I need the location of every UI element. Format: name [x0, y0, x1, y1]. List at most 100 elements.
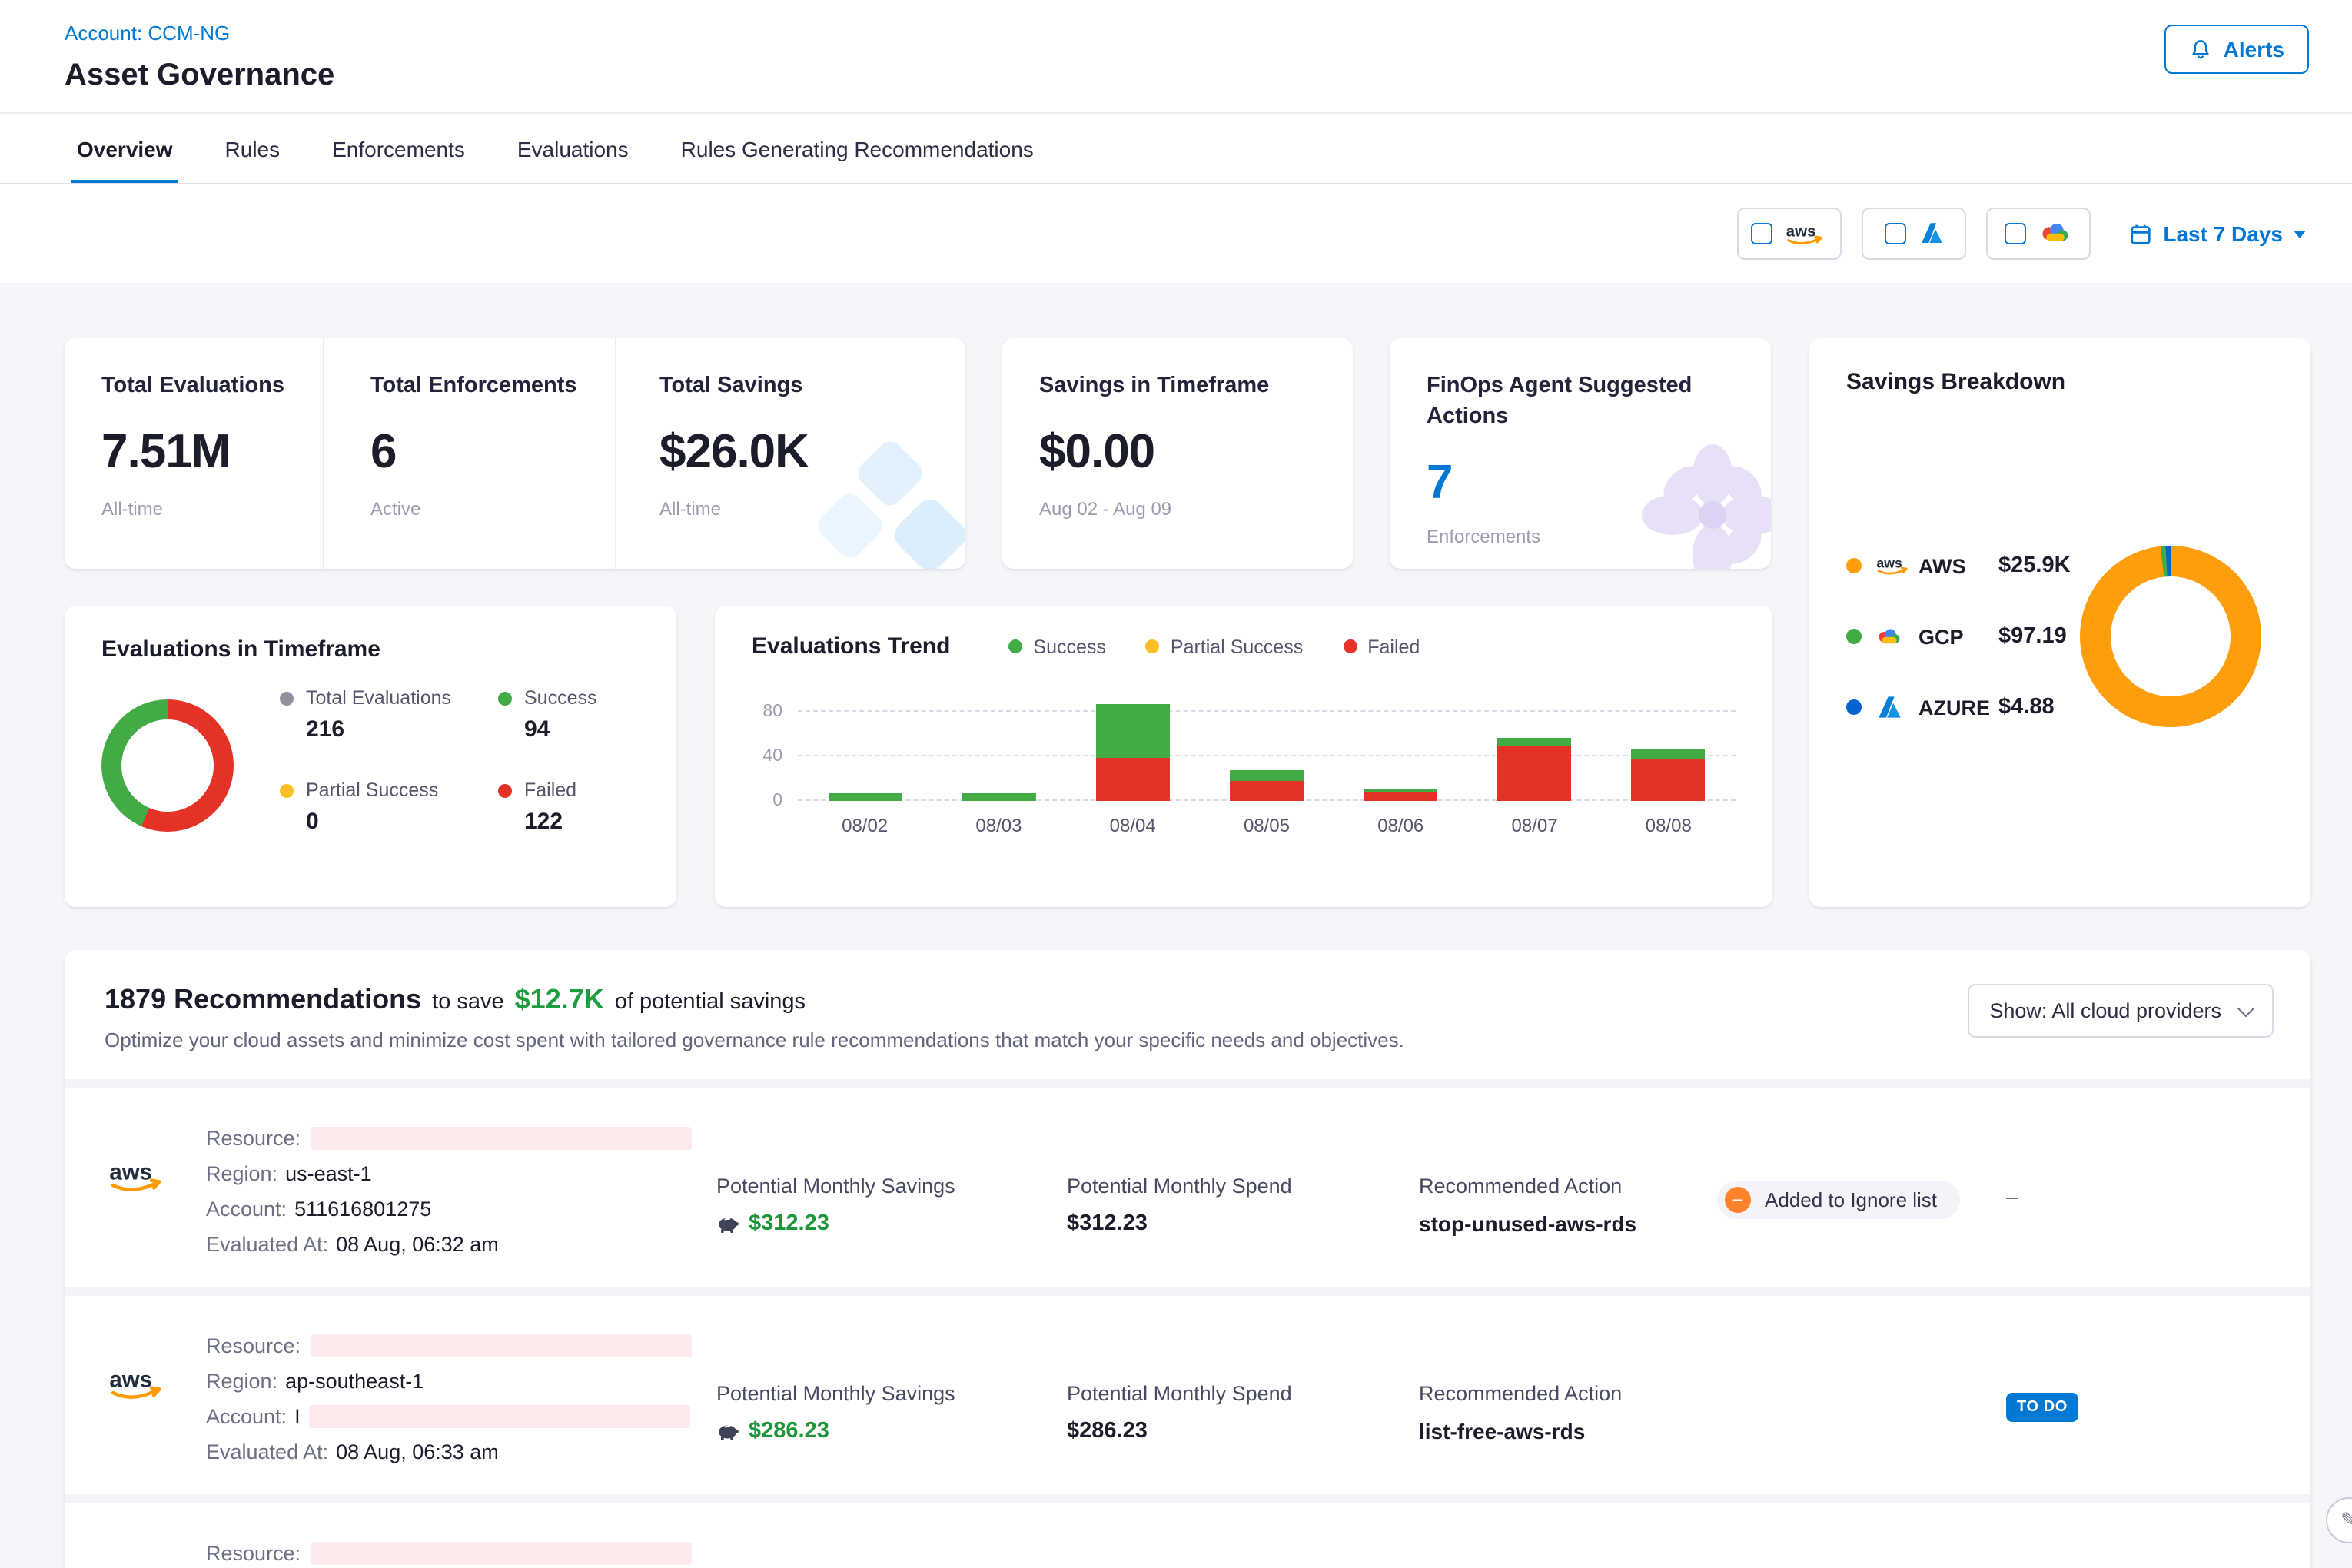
legend-label: Success	[524, 687, 597, 709]
provider-filter-aws[interactable]: aws	[1737, 208, 1842, 260]
gcp-logo-icon	[1875, 626, 1918, 646]
action-value: stop-unused-aws-rds	[1419, 1211, 1636, 1236]
potential-monthly-savings: Potential Monthly Savings$286.23	[716, 1525, 1067, 1568]
recommendations-count: 1879 Recommendations	[105, 984, 421, 1016]
account-breadcrumb[interactable]: Account: CCM-NG	[65, 22, 230, 45]
recommendation-row[interactable]: awsResource:Region:ap-southeast-1Account…	[65, 1494, 2310, 1568]
calendar-icon	[2129, 222, 2152, 245]
asset-governance-page: Account: CCM-NG Asset Governance Alerts …	[0, 0, 2352, 1568]
trend-bar-08/06[interactable]	[1364, 789, 1437, 801]
tab-overview[interactable]: Overview	[77, 114, 173, 183]
azure-checkbox[interactable]	[1884, 223, 1905, 244]
svg-text:aws: aws	[109, 1367, 152, 1393]
legend-label: Total Evaluations	[306, 687, 451, 709]
bar-slot	[1467, 703, 1601, 801]
detail-resource: Resource:	[206, 1121, 716, 1156]
bar-segment-success	[1498, 737, 1572, 745]
x-tick-label: 08/07	[1467, 815, 1601, 836]
x-axis: 08/0208/0308/0408/0508/0608/0708/08	[798, 815, 1736, 836]
trend-legend-success: Success	[1008, 636, 1106, 657]
bar-slot	[1602, 703, 1736, 801]
evaluations-legend-item: Failed122	[498, 779, 667, 835]
aws-checkbox[interactable]	[1751, 223, 1772, 244]
cloud-provider-filter-dropdown[interactable]: Show: All cloud providers	[1968, 984, 2274, 1038]
ignore-list-badge[interactable]: −Added to Ignore list	[1717, 1181, 1960, 1219]
legend-dot	[1008, 639, 1022, 653]
column-label: Recommended Action	[1419, 1382, 1717, 1405]
finops-agent-card: FinOps Agent Suggested Actions 7 Enforce…	[1390, 338, 1771, 569]
trend-bar-08/02[interactable]	[828, 793, 902, 801]
evaluations-donut-chart	[101, 699, 234, 832]
trend-bar-08/08[interactable]	[1632, 749, 1706, 801]
alerts-button[interactable]: Alerts	[2165, 25, 2309, 74]
dashboard-content: Total Evaluations 7.51M All-time Total E…	[0, 283, 2352, 1568]
trend-bar-08/04[interactable]	[1096, 703, 1170, 801]
legend-dot	[498, 691, 512, 705]
badge-label: Added to Ignore list	[1765, 1188, 1937, 1211]
breakdown-legend-item-gcp: GCP$97.19	[1846, 601, 2080, 672]
recommendation-row[interactable]: awsResource:Region:us-east-1Account:5116…	[65, 1079, 2310, 1287]
trend-bar-08/03[interactable]	[962, 793, 1035, 801]
tab-evaluations[interactable]: Evaluations	[517, 114, 629, 183]
bar-groups	[798, 703, 1736, 801]
y-tick-label: 0	[772, 792, 782, 810]
redacted-value	[310, 1405, 691, 1428]
stat-value: 7	[1427, 455, 1734, 510]
recommended-action: Recommended Actionstop-unused-aws-rds	[1419, 1110, 1717, 1262]
recommendations-list: aws Resource:Region:us-east-1Account:5116…	[65, 1079, 2310, 1568]
detail-resource: Resource:	[206, 1328, 716, 1364]
savings-value: $286.23	[749, 1419, 829, 1443]
tab-rules-generating-recommendations[interactable]: Rules Generating Recommendations	[681, 114, 1034, 183]
trend-legend-failed: Failed	[1343, 636, 1420, 657]
resource-details: Resource:Region:us-east-1Account:5116168…	[206, 1110, 716, 1262]
gcp-checkbox[interactable]	[2005, 223, 2026, 244]
page-header: Account: CCM-NG Asset Governance Alerts	[0, 0, 2352, 112]
trend-bar-08/05[interactable]	[1230, 769, 1304, 801]
todo-badge[interactable]: TO DO	[2006, 1393, 2078, 1422]
provider-name: AZURE	[1918, 696, 1998, 719]
status-column: −Added to Ignore list	[1717, 1525, 2006, 1568]
provider-filter-gcp[interactable]	[1986, 208, 2091, 260]
trend-bar-08/07[interactable]	[1498, 737, 1572, 801]
stat-value: $0.00	[1039, 424, 1353, 480]
empty-value-dash: –	[2006, 1184, 2018, 1208]
heading-text: to save	[432, 990, 504, 1015]
detail-region: Region:us-east-1	[206, 1156, 716, 1191]
detail-evaluated-at: Evaluated At:08 Aug, 06:32 am	[206, 1227, 716, 1262]
potential-monthly-spend: Potential Monthly Spend$286.23	[1067, 1525, 1419, 1568]
potential-monthly-savings: Potential Monthly Savings$286.23	[716, 1317, 1067, 1470]
tab-enforcements[interactable]: Enforcements	[332, 114, 465, 183]
date-range-picker[interactable]: Last 7 Days	[2129, 221, 2306, 246]
detail-label: Resource:	[206, 1536, 301, 1568]
bar-segment-failed	[1230, 781, 1304, 801]
detail-label: Resource:	[206, 1121, 301, 1156]
detail-region: Region:ap-southeast-1	[206, 1364, 716, 1399]
legend-value: 216	[306, 716, 498, 742]
date-range-label: Last 7 Days	[2163, 221, 2283, 246]
legend-dot	[1343, 639, 1357, 653]
stat-total-evaluations: Total Evaluations 7.51M All-time	[65, 338, 323, 569]
evaluations-in-timeframe-card: Evaluations in Timeframe Total Evaluatio…	[65, 606, 676, 907]
legend-value: 0	[306, 809, 498, 835]
evaluations-legend-item: Success94	[498, 687, 667, 742]
recommended-action: Recommended Actionstop-unused-aws-rds	[1419, 1525, 1717, 1568]
gcp-logo-icon	[2038, 221, 2072, 245]
legend-label: Partial Success	[306, 779, 438, 801]
breakdown-legend-item-azure: AZURE$4.88	[1846, 672, 2080, 742]
tab-rules[interactable]: Rules	[225, 114, 281, 183]
action-value: list-free-aws-rds	[1419, 1419, 1585, 1443]
recommendations-subtitle: Optimize your cloud assets and minimize …	[105, 1028, 1404, 1051]
provider-filter-azure[interactable]	[1862, 208, 1966, 260]
filter-bar: aws Last 7 Days	[0, 184, 2352, 283]
azure-logo-icon	[1918, 222, 1944, 245]
card-title: Evaluations Trend	[752, 633, 950, 659]
x-tick-label: 08/05	[1200, 815, 1334, 836]
y-axis: 04080	[752, 703, 798, 801]
detail-value: 08 Aug, 06:33 am	[336, 1434, 499, 1470]
stat-subtext: Enforcements	[1427, 526, 1734, 547]
trend-legend-partial-success: Partial Success	[1146, 636, 1303, 657]
provider-savings-amount: $4.88	[1998, 695, 2055, 719]
recommendation-row[interactable]: awsResource:Region:ap-southeast-1Account…	[65, 1287, 2310, 1494]
bar-segment-success	[1632, 749, 1706, 760]
bar-segment-failed	[1364, 792, 1437, 801]
